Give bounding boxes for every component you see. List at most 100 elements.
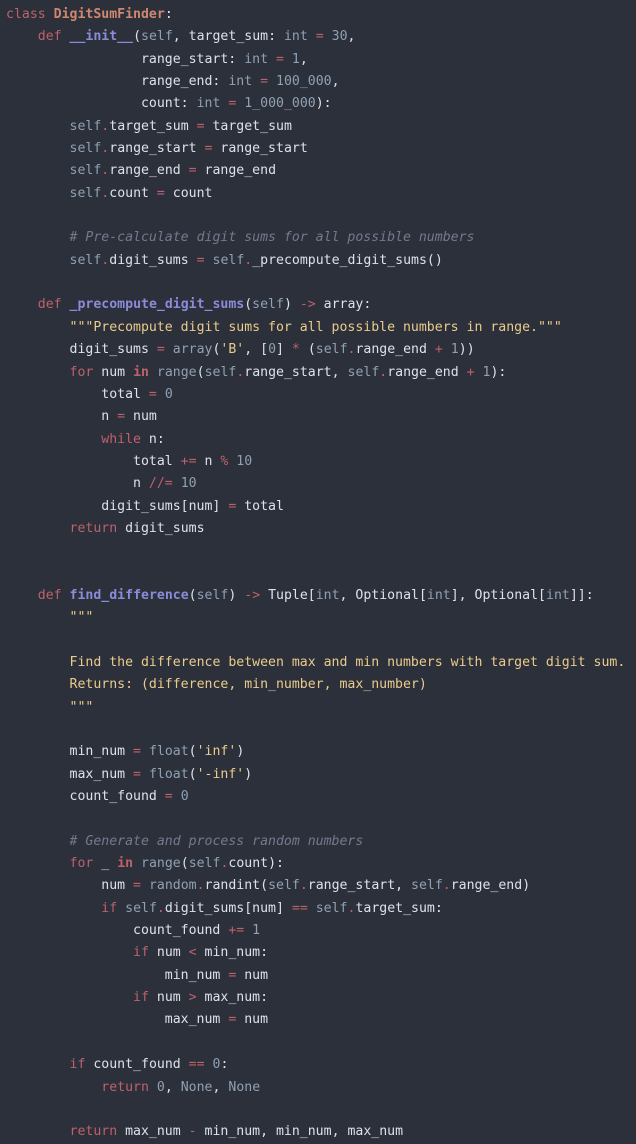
code-token-builtin: float: [148, 744, 189, 760]
code-token-plain: num: [148, 990, 189, 1006]
code-token-op: >: [188, 990, 197, 1006]
code-token-op: =: [117, 409, 126, 425]
code-line: max_num = num: [0, 1009, 636, 1031]
code-token-doc: """Precompute digit sums for all possibl…: [69, 319, 562, 335]
code-token-plain: ,: [212, 1079, 229, 1095]
code-token-op: ==: [188, 1057, 205, 1073]
code-token-const: None: [180, 1079, 213, 1095]
code-token-self: self: [204, 364, 237, 380]
code-line: range_start: int = 1,: [0, 49, 636, 71]
code-line: def find_difference(self) -> Tuple[int, …: [0, 585, 636, 607]
code-token-builtin: random: [148, 878, 197, 894]
code-token-op: =: [196, 118, 205, 134]
code-token-plain: , target_sum:: [172, 29, 284, 45]
code-token-op: <: [188, 945, 197, 961]
code-token-plain: ,: [331, 74, 340, 90]
code-token-op: +=: [180, 453, 197, 469]
code-token-builtin: range: [141, 856, 181, 872]
code-token-builtin: int: [196, 96, 221, 112]
code-token-op: .: [299, 878, 308, 894]
code-token-plain: count_found: [6, 789, 165, 805]
code-token-plain: range_end: [387, 364, 467, 380]
code-token-plain: (: [299, 342, 316, 358]
code-token-builtin: int: [283, 29, 308, 45]
code-token-plain: total: [6, 386, 149, 402]
code-token-op: .: [156, 900, 165, 916]
code-token-plain: digit_sums: [6, 342, 157, 358]
code-token-builtin: int: [426, 587, 451, 603]
code-token-plain: ,: [299, 51, 308, 67]
code-line: range_end: int = 100_000,: [0, 71, 636, 93]
code-token-builtin: float: [148, 766, 189, 782]
code-line: count_found += 1: [0, 920, 636, 942]
code-token-plain: digit_sums[num]: [164, 900, 292, 916]
code-token-plain: max_num:: [196, 990, 269, 1006]
code-token-plain: ,: [164, 1079, 181, 1095]
code-token-op: *: [291, 342, 300, 358]
code-token-plain: _precompute_digit_sums(): [252, 252, 443, 268]
code-token-plain: (: [180, 856, 189, 872]
code-token-plain: n:: [140, 431, 165, 447]
code-token-builtin: int: [244, 51, 269, 67]
code-line: num = random.randint(self.range_start, s…: [0, 875, 636, 897]
code-token-op: =: [275, 51, 284, 67]
code-line: if num < min_num:: [0, 942, 636, 964]
code-token-kw: if: [133, 945, 149, 961]
code-line: while n:: [0, 429, 636, 451]
code-token-self: self: [196, 587, 229, 603]
code-line: # Generate and process random numbers: [0, 831, 636, 853]
code-token-num: 0: [180, 789, 189, 805]
code-line: """Precompute digit sums for all possibl…: [0, 317, 636, 339]
code-token-plain: count):: [228, 856, 284, 872]
code-token-plain: (: [133, 29, 142, 45]
code-line: n = num: [0, 406, 636, 428]
code-token-self: self: [188, 856, 221, 872]
code-line: def __init__(self, target_sum: int = 30,: [0, 26, 636, 48]
code-token-plain: ,: [347, 29, 356, 45]
code-token-num: 100_000: [276, 74, 332, 90]
code-token-num: 10: [236, 453, 253, 469]
code-token-plain: ): [228, 587, 245, 603]
code-token-num: 0: [268, 342, 277, 358]
code-token-op: =: [315, 29, 324, 45]
code-line: self.count = count: [0, 183, 636, 205]
code-line: return 0, None, None: [0, 1077, 636, 1099]
code-token-op: =: [188, 163, 197, 179]
code-token-plain: randint(: [204, 878, 269, 894]
code-token-kw: if: [133, 990, 149, 1006]
code-token-func: _precompute_digit_sums: [69, 297, 245, 313]
code-token-num: 10: [180, 476, 197, 492]
code-token-plain: num: [93, 364, 134, 380]
code-line: total += n % 10: [0, 451, 636, 473]
code-token-comment: # Pre-calculate digit sums for all possi…: [69, 230, 475, 246]
code-token-plain: num: [148, 945, 189, 961]
code-token-kw: if: [69, 1057, 86, 1073]
code-token-op: //=: [148, 476, 173, 492]
code-token-plain: target_sum: [204, 118, 292, 134]
